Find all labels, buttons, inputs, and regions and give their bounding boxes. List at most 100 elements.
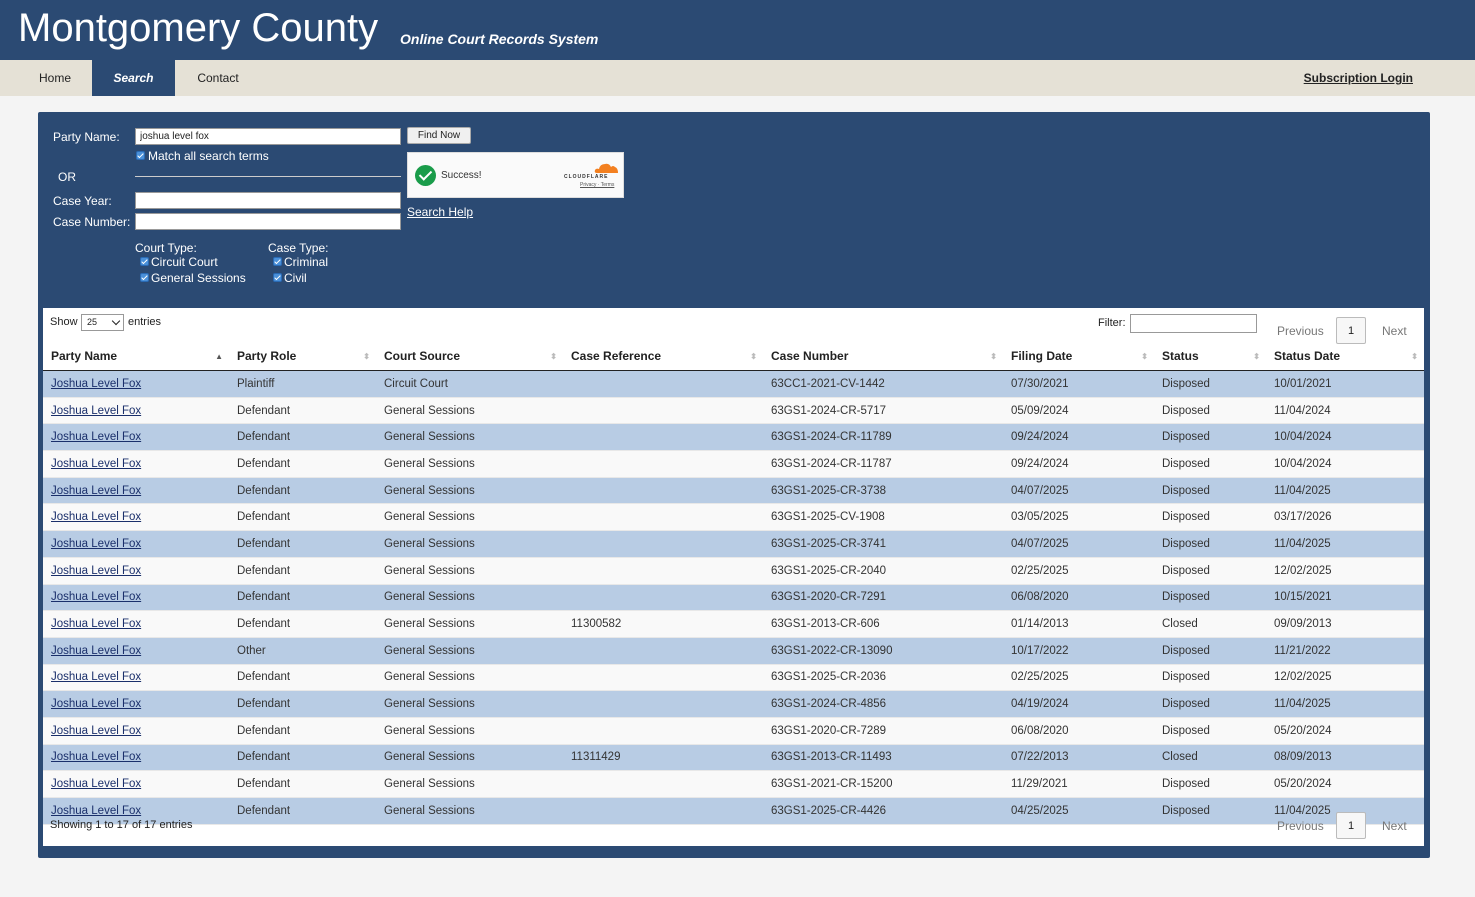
subscription-login-link[interactable]: Subscription Login: [1304, 60, 1413, 96]
pagination-previous-bottom[interactable]: Previous: [1277, 819, 1324, 833]
status-cell: Disposed: [1154, 557, 1266, 585]
party-name-link[interactable]: Joshua Level Fox: [51, 405, 141, 417]
party-name-cell: Joshua Level Fox: [43, 423, 229, 452]
case-number-cell: 63GS1-2025-CR-2040: [763, 557, 1003, 585]
case-number-cell: 63GS1-2025-CR-4426: [763, 797, 1003, 825]
criminal-checkbox[interactable]: [273, 257, 282, 266]
status-date-cell: 12/02/2025: [1266, 664, 1424, 692]
status-cell: Disposed: [1154, 423, 1266, 452]
party-name-link[interactable]: Joshua Level Fox: [51, 751, 141, 763]
party-name-link[interactable]: Joshua Level Fox: [51, 671, 141, 683]
col-status[interactable]: Status ⬍: [1154, 342, 1266, 371]
criminal-label: Criminal: [284, 255, 329, 269]
col-party-role[interactable]: Party Role ⬍: [229, 342, 376, 371]
party-name-link[interactable]: Joshua Level Fox: [51, 378, 141, 390]
case-number-cell: 63GS1-2022-CR-13090: [763, 637, 1003, 665]
party-name-label: Party Name:: [53, 130, 120, 144]
circuit-court-checkbox[interactable]: [140, 257, 149, 266]
general-sessions-checkbox[interactable]: [140, 273, 149, 282]
pagination-next-bottom[interactable]: Next: [1382, 819, 1407, 833]
filter-input[interactable]: [1130, 314, 1257, 333]
sort-icon: ⬍: [990, 352, 997, 361]
page-size-value: 25: [87, 317, 98, 327]
case-reference-cell: 11300582: [563, 610, 763, 638]
find-now-button[interactable]: Find Now: [407, 127, 471, 144]
filing-date-cell: 07/30/2021: [1003, 370, 1154, 398]
civil-label: Civil: [284, 271, 307, 285]
case-number-cell: 63GS1-2020-CR-7291: [763, 584, 1003, 612]
party-name-cell: Joshua Level Fox: [43, 530, 229, 558]
case-reference-cell: [563, 717, 763, 745]
table-row: Joshua Level Fox Defendant General Session…: [43, 503, 1424, 532]
general-sessions-label: General Sessions: [151, 271, 246, 285]
success-check-icon: [415, 165, 436, 186]
court-source-cell: General Sessions: [376, 503, 563, 532]
status-cell: Disposed: [1154, 503, 1266, 532]
party-role-cell: Defendant: [229, 530, 376, 558]
party-name-link[interactable]: Joshua Level Fox: [51, 698, 141, 710]
table-row: Joshua Level Fox Defendant General Session…: [43, 664, 1424, 692]
status-date-cell: 12/02/2025: [1266, 557, 1424, 585]
pagination-page-bottom[interactable]: 1: [1336, 812, 1366, 839]
nav-home[interactable]: Home: [18, 60, 92, 96]
sort-icon: ⬍: [1253, 352, 1260, 361]
party-name-link[interactable]: Joshua Level Fox: [51, 431, 141, 443]
col-case-reference[interactable]: Case Reference ⬍: [563, 342, 763, 371]
search-panel: Party Name: Find Now Match all search te…: [38, 112, 1430, 858]
party-name-cell: Joshua Level Fox: [43, 477, 229, 505]
col-party-name[interactable]: Party Name ▲: [43, 342, 229, 371]
party-name-link[interactable]: Joshua Level Fox: [51, 805, 141, 817]
page-size-select[interactable]: 25: [81, 314, 124, 331]
case-number-input[interactable]: [135, 213, 401, 230]
filing-date-cell: 02/25/2025: [1003, 557, 1154, 585]
party-name-link[interactable]: Joshua Level Fox: [51, 645, 141, 657]
party-name-link[interactable]: Joshua Level Fox: [51, 618, 141, 630]
search-help-link[interactable]: Search Help: [407, 205, 473, 219]
status-date-cell: 11/04/2025: [1266, 530, 1424, 558]
results-container: Show 25 entries Filter: Previous 1 Next …: [43, 308, 1424, 846]
status-date-cell: 10/04/2024: [1266, 450, 1424, 478]
site-subtitle: Online Court Records System: [400, 31, 599, 47]
court-source-cell: General Sessions: [376, 664, 563, 692]
status-cell: Disposed: [1154, 530, 1266, 558]
party-name-link[interactable]: Joshua Level Fox: [51, 511, 141, 523]
party-name-link[interactable]: Joshua Level Fox: [51, 778, 141, 790]
party-name-link[interactable]: Joshua Level Fox: [51, 725, 141, 737]
filing-date-cell: 09/24/2024: [1003, 450, 1154, 478]
party-name-cell: Joshua Level Fox: [43, 637, 229, 665]
results-table: Party Name ▲ Party Role ⬍ Court Source ⬍ Ca…: [43, 342, 1424, 825]
party-name-link[interactable]: Joshua Level Fox: [51, 485, 141, 497]
table-row: Joshua Level Fox Other General Sessions 63G…: [43, 637, 1424, 665]
party-name-cell: Joshua Level Fox: [43, 664, 229, 692]
pagination-next-top[interactable]: Next: [1382, 324, 1407, 338]
status-cell: Closed: [1154, 610, 1266, 638]
col-case-number[interactable]: Case Number ⬍: [763, 342, 1003, 371]
captcha-widget[interactable]: Success! CLOUDFLARE Privacy · Terms: [407, 152, 624, 198]
match-all-checkbox[interactable]: [136, 151, 145, 160]
nav-search[interactable]: Search: [92, 60, 175, 96]
case-number-label: Case Number:: [53, 215, 131, 229]
party-name-cell: Joshua Level Fox: [43, 370, 229, 398]
table-header-row: Party Name ▲ Party Role ⬍ Court Source ⬍ Ca…: [43, 342, 1424, 371]
case-number-cell: 63GS1-2024-CR-11787: [763, 450, 1003, 478]
col-court-source[interactable]: Court Source ⬍: [376, 342, 563, 371]
case-year-input[interactable]: [135, 192, 401, 209]
nav-contact[interactable]: Contact: [175, 60, 261, 96]
court-source-cell: General Sessions: [376, 744, 563, 772]
party-name-link[interactable]: Joshua Level Fox: [51, 538, 141, 550]
site-title: Montgomery County: [18, 6, 379, 50]
civil-checkbox[interactable]: [273, 273, 282, 282]
col-filing-date[interactable]: Filing Date ⬍: [1003, 342, 1154, 371]
col-status-date[interactable]: Status Date ⬍: [1266, 342, 1424, 371]
party-name-link[interactable]: Joshua Level Fox: [51, 591, 141, 603]
party-name-link[interactable]: Joshua Level Fox: [51, 458, 141, 470]
table-row: Joshua Level Fox Defendant General Session…: [43, 450, 1424, 478]
filing-date-cell: 02/25/2025: [1003, 664, 1154, 692]
pagination-page-top[interactable]: 1: [1336, 317, 1366, 344]
pagination-previous-top[interactable]: Previous: [1277, 324, 1324, 338]
case-reference-cell: [563, 530, 763, 558]
case-number-cell: 63GS1-2013-CR-606: [763, 610, 1003, 638]
party-name-input[interactable]: [135, 128, 401, 145]
party-name-link[interactable]: Joshua Level Fox: [51, 565, 141, 577]
captcha-links[interactable]: Privacy · Terms: [580, 182, 614, 188]
